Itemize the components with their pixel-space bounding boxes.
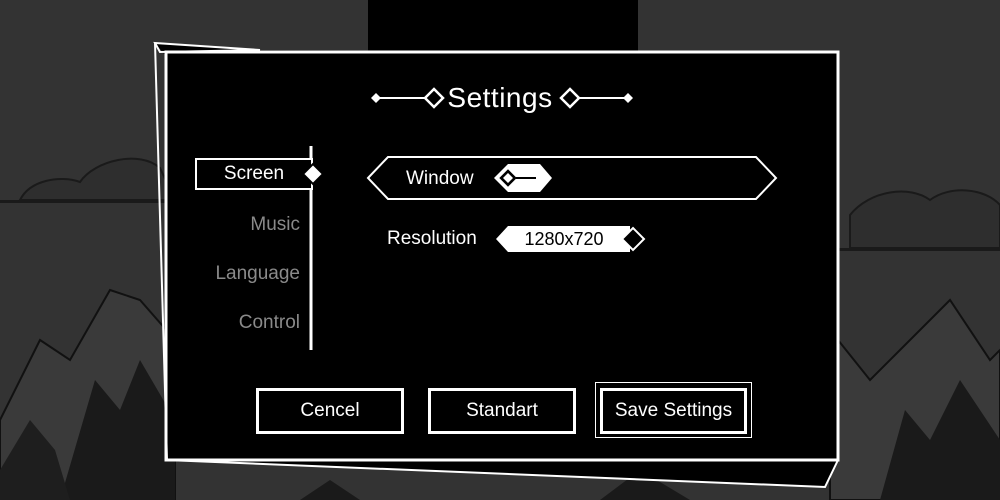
resolution-select[interactable]: 1280x720 [496, 225, 646, 253]
display-mode-slider[interactable] [494, 163, 554, 193]
nav-item-label: Screen [223, 163, 285, 184]
nav-item-language[interactable]: Language [215, 263, 300, 285]
standart-button[interactable]: Standart [428, 388, 576, 434]
display-mode-label: Window [406, 168, 474, 189]
resolution-label: Resolution [387, 228, 477, 249]
resolution-value: 1280x720 [524, 229, 604, 249]
nav-item-control[interactable]: Control [239, 312, 300, 334]
cancel-button[interactable]: Cencel [256, 388, 404, 434]
title-bar: Settings [0, 80, 1000, 116]
nav-item-music[interactable]: Music [250, 214, 300, 236]
page-title: Settings [447, 82, 553, 113]
nav-item-screen[interactable]: Screen [195, 158, 327, 190]
save-settings-button[interactable]: Save Settings [600, 388, 747, 434]
